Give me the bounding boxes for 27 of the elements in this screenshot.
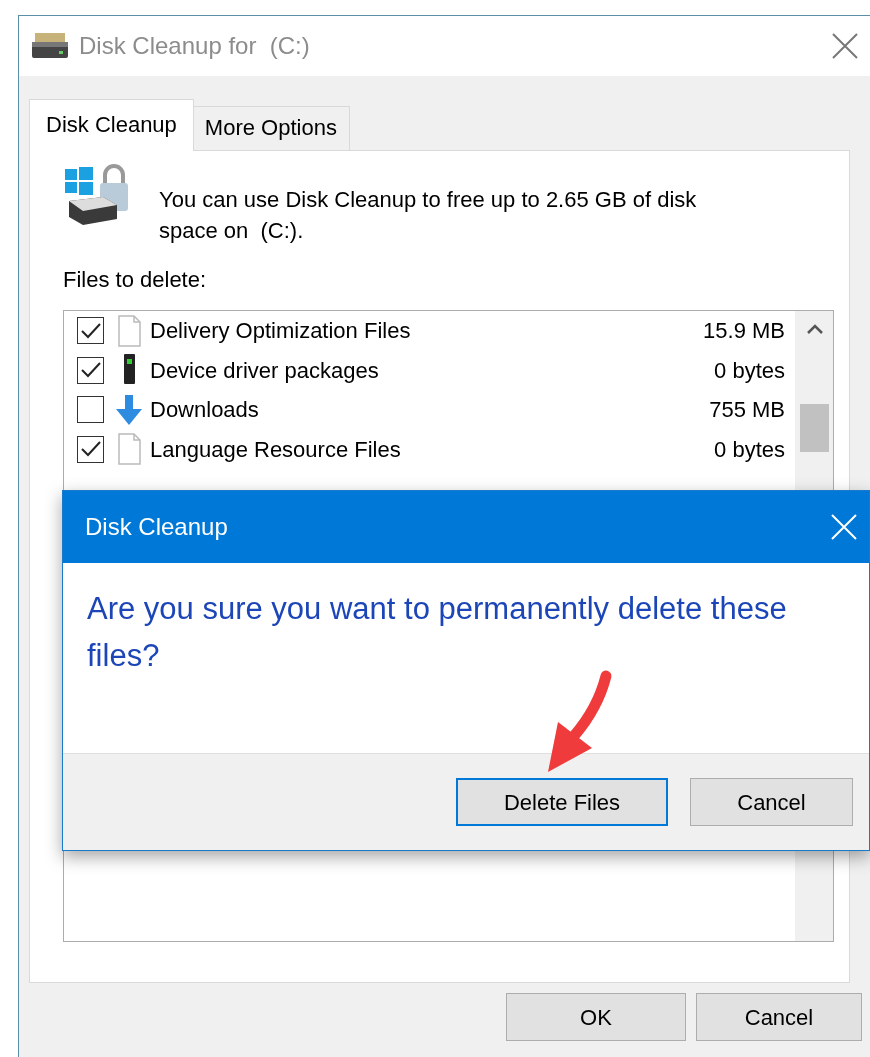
file-name: Device driver packages xyxy=(150,356,380,385)
window-title: Disk Cleanup for (C:) xyxy=(79,31,310,61)
checkbox[interactable] xyxy=(77,356,104,384)
dialog-title: Disk Cleanup xyxy=(85,512,228,542)
file-size: 15.9 MB xyxy=(703,317,785,346)
file-name: Downloads xyxy=(150,396,260,425)
drive-icon xyxy=(31,32,69,60)
confirm-message: Are you sure you want to permanently delete these files? xyxy=(87,590,788,675)
scroll-thumb[interactable] xyxy=(800,404,829,452)
description-text: You can use Disk Cleanup to free up to 2.65 GB of disk space on (C:). xyxy=(159,186,698,245)
tab[interactable]: More Options xyxy=(191,106,350,150)
close-icon[interactable] xyxy=(832,33,858,59)
download-arrow-icon xyxy=(114,392,144,427)
file-size: 755 MB xyxy=(709,396,785,425)
delete-files-button[interactable]: Delete Files xyxy=(456,778,668,826)
file-size: 0 bytes xyxy=(714,356,785,385)
file-name: Delivery Optimization Files xyxy=(150,317,412,346)
checkbox[interactable] xyxy=(77,396,104,424)
checkbox[interactable] xyxy=(77,435,104,463)
cancel-button[interactable]: Cancel xyxy=(696,993,862,1041)
ok-button[interactable]: OK xyxy=(506,993,686,1041)
tab[interactable]: Disk Cleanup xyxy=(29,99,194,151)
cancel-button[interactable]: Cancel xyxy=(690,778,853,826)
file-name: Language Resource Files xyxy=(150,435,402,464)
files-label: Files to delete: xyxy=(63,266,208,294)
checkbox[interactable] xyxy=(77,317,104,345)
file-size: 0 bytes xyxy=(714,435,785,464)
